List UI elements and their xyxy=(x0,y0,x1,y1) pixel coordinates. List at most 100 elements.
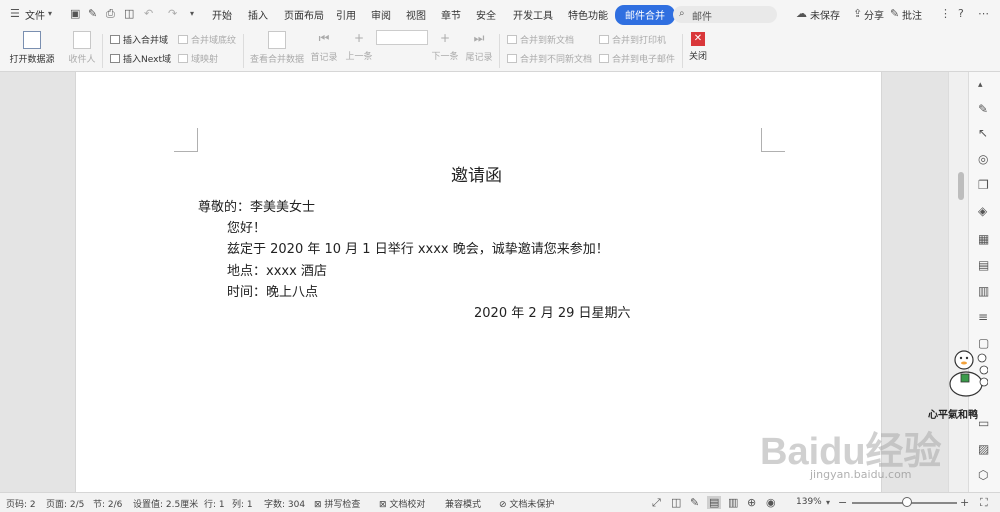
page-number[interactable]: 页码: 2 xyxy=(6,497,36,510)
tab-section[interactable]: 章节 xyxy=(441,7,461,22)
save-icon[interactable]: ▣ xyxy=(70,7,80,20)
format-painter-icon[interactable]: ✎ xyxy=(88,7,97,20)
time-line: 时间：晚上八点 xyxy=(227,285,319,300)
merge-to-email-button[interactable]: 合并到电子邮件 xyxy=(599,52,675,65)
tab-developer[interactable]: 开发工具 xyxy=(513,7,553,22)
merge-to-printer-button[interactable]: 合并到打印机 xyxy=(599,33,666,46)
merge-to-different-docs-button[interactable]: 合并到不同新文档 xyxy=(507,52,592,65)
chart-icon[interactable]: ▥ xyxy=(978,284,989,298)
more-icon[interactable]: ⋯ xyxy=(978,7,989,20)
next-record-button[interactable]: + 下一条 xyxy=(429,31,461,62)
first-record-button[interactable]: ⏮ 首记录 xyxy=(308,31,340,63)
zoom-out-icon[interactable]: − xyxy=(838,496,847,509)
print-preview-icon[interactable]: ◫ xyxy=(124,7,134,20)
location-icon[interactable]: ◎ xyxy=(978,152,988,166)
tab-start[interactable]: 开始 xyxy=(212,7,232,22)
compat-mode[interactable]: 兼容模式 xyxy=(445,497,481,510)
style-icon[interactable]: ◈ xyxy=(978,204,987,218)
search-box[interactable]: ⌕ 邮件 xyxy=(673,6,777,23)
doc-check-button[interactable]: ⊠ 文档校对 xyxy=(379,497,425,510)
insert-next-field-button[interactable]: 插入Next域 xyxy=(110,52,171,65)
share-icon: ⇪ xyxy=(853,7,863,20)
previous-record-button[interactable]: + 上一条 xyxy=(343,31,375,62)
fullscreen-icon[interactable]: ⤢ xyxy=(652,496,661,510)
view-merged-data-button[interactable]: 查看合并数据 xyxy=(249,31,305,65)
help-icon[interactable]: ? xyxy=(958,7,964,20)
file-menu[interactable]: 文件 xyxy=(25,7,45,22)
first-record-icon: ⏮ xyxy=(318,31,330,45)
zoom-in-icon[interactable]: + xyxy=(960,496,969,509)
box-icon[interactable]: ▭ xyxy=(978,416,989,430)
apps-icon[interactable]: ▤ xyxy=(978,258,989,272)
zoom-dropdown-icon[interactable]: ▾ xyxy=(826,498,830,507)
tab-view[interactable]: 视图 xyxy=(406,7,426,22)
zoom-slider-knob[interactable] xyxy=(902,497,912,507)
tab-insert[interactable]: 插入 xyxy=(248,7,268,22)
merge-to-new-doc-button[interactable]: 合并到新文档 xyxy=(507,33,574,46)
close-mail-merge-button[interactable]: ✕ 关闭 xyxy=(684,32,712,62)
crop-mark-top-left xyxy=(174,128,198,152)
copy-icon[interactable]: ❐ xyxy=(978,178,989,192)
last-record-icon: ⏭ xyxy=(473,31,485,45)
protection-status[interactable]: ⊘ 文档未保护 xyxy=(499,497,554,510)
list-icon[interactable]: ≡ xyxy=(978,310,988,324)
tab-review[interactable]: 审阅 xyxy=(371,7,391,22)
table-icon[interactable]: ▦ xyxy=(978,232,989,246)
last-record-button[interactable]: ⏭ 尾记录 xyxy=(463,31,495,63)
share-button[interactable]: 分享 xyxy=(864,7,884,22)
chevron-up-icon[interactable]: ▴ xyxy=(978,80,983,90)
merge-field-shading-button[interactable]: 合并域底纹 xyxy=(178,33,236,46)
search-input[interactable]: 邮件 xyxy=(692,8,712,23)
page-count[interactable]: 页面: 2/5 xyxy=(46,497,84,510)
redo-icon[interactable]: ↷ xyxy=(168,7,177,20)
menu-icon[interactable]: ☰ xyxy=(10,7,20,20)
cursor-icon[interactable]: ↖ xyxy=(978,126,988,140)
image-icon[interactable]: ▨ xyxy=(978,442,989,456)
tab-mail-merge[interactable]: 邮件合并 xyxy=(615,5,675,25)
outline-view-icon[interactable]: ▥ xyxy=(728,496,738,509)
undo-icon[interactable]: ↶ xyxy=(144,7,153,20)
web-view-icon[interactable]: ⊕ xyxy=(747,496,756,509)
recipient-button[interactable]: 收件人 xyxy=(64,31,100,65)
setting-value[interactable]: 设置值: 2.5厘米 xyxy=(133,497,198,510)
comment-button[interactable]: 批注 xyxy=(902,7,922,22)
menu-bar: ☰ 文件 ▾ ▣ ✎ ⎙ ◫ ↶ ↷ ▾ 开始 插入 页面布局 引用 审阅 视图… xyxy=(0,0,1000,28)
word-count[interactable]: 字数: 304 xyxy=(264,497,305,510)
write-mode-icon[interactable]: ✎ xyxy=(690,496,699,509)
tab-references[interactable]: 引用 xyxy=(336,7,356,22)
spell-check-button[interactable]: ⊠ 拼写检查 xyxy=(314,497,360,510)
merge-to-printer-label: 合并到打印机 xyxy=(612,36,667,46)
baidu-watermark: Baidu经验 xyxy=(760,431,942,473)
fit-page-icon[interactable]: ⛶ xyxy=(980,496,988,510)
view-merged-label: 查看合并数据 xyxy=(249,55,304,65)
chevron-down-icon[interactable]: ▾ xyxy=(48,9,52,18)
read-mode-icon[interactable]: ◫ xyxy=(671,496,681,509)
shield-icon[interactable]: ⬡ xyxy=(978,468,988,482)
record-number-input[interactable] xyxy=(376,30,428,45)
section-indicator[interactable]: 节: 2/6 xyxy=(93,497,122,510)
crop-mark-top-right xyxy=(761,128,785,152)
page-view-icon[interactable]: ▤ xyxy=(707,496,722,509)
insert-merge-field-button[interactable]: 插入合并域 xyxy=(110,33,168,46)
vertical-scrollbar[interactable] xyxy=(948,72,968,492)
doc-check-label: 文档校对 xyxy=(389,500,426,510)
tab-special-features[interactable]: 特色功能 xyxy=(568,7,608,22)
column-indicator[interactable]: 列: 1 xyxy=(232,497,253,510)
print-icon[interactable]: ⎙ xyxy=(106,7,115,21)
field-mapping-button[interactable]: 域映射 xyxy=(178,52,218,65)
different-docs-icon xyxy=(507,54,517,63)
scrollbar-thumb[interactable] xyxy=(958,172,964,200)
more-options-icon[interactable]: ⋮ xyxy=(940,7,951,20)
more-icon[interactable]: ▾ xyxy=(190,9,194,18)
insert-merge-field-label: 插入合并域 xyxy=(123,36,169,46)
tab-security[interactable]: 安全 xyxy=(476,7,496,22)
eye-protect-icon[interactable]: ◉ xyxy=(766,496,776,509)
unsaved-button[interactable]: 未保存 xyxy=(810,7,840,22)
open-data-source-button[interactable]: 打开数据源 xyxy=(8,31,56,65)
email-icon xyxy=(599,54,609,63)
spell-check-icon: ⊠ xyxy=(314,500,325,510)
tab-page-layout[interactable]: 页面布局 xyxy=(284,7,324,22)
row-indicator[interactable]: 行: 1 xyxy=(204,497,225,510)
edit-icon[interactable]: ✎ xyxy=(978,102,988,116)
zoom-level[interactable]: 139% xyxy=(796,497,822,507)
